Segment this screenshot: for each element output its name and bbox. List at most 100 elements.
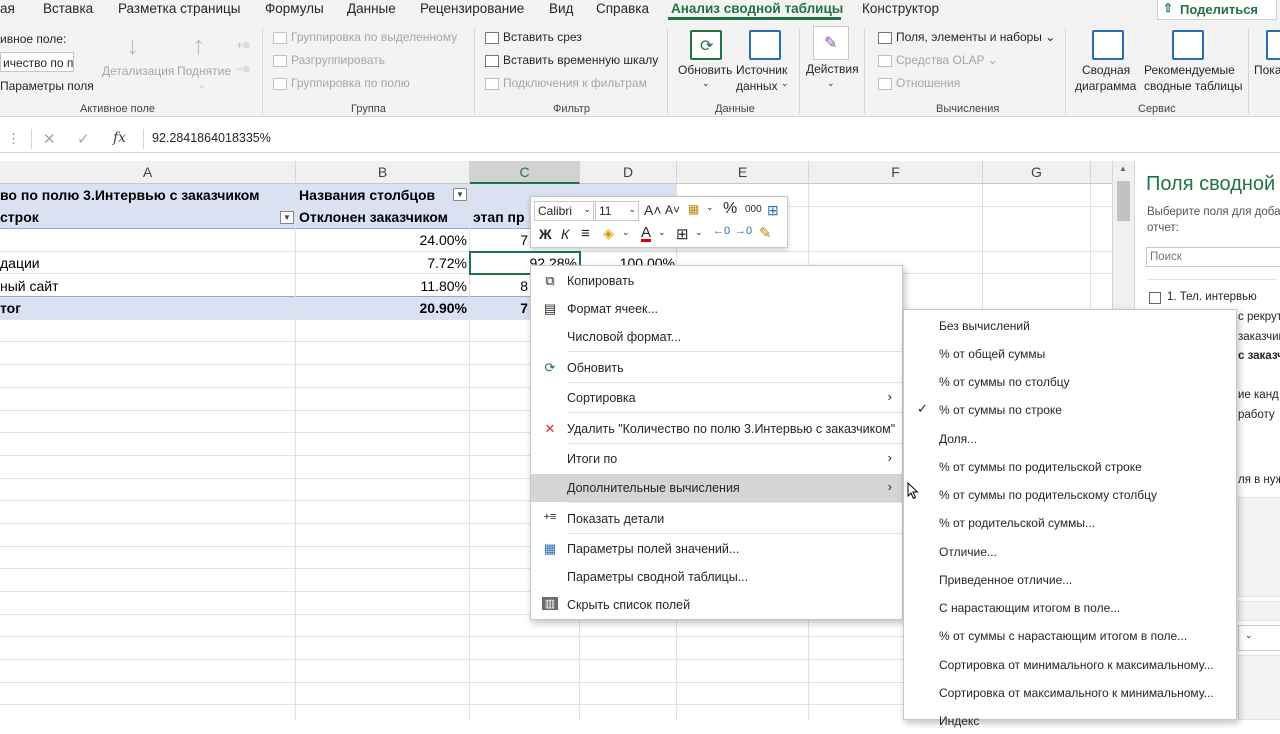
data-source-dropdown-icon[interactable]: ⌄	[781, 78, 789, 89]
menu-item-summarize-by[interactable]: Итоги по ›	[531, 445, 902, 473]
borders-icon[interactable]: ⊞	[676, 225, 689, 243]
filters-area[interactable]	[1238, 497, 1280, 597]
submenu-item-percent-difference[interactable]: Приведенное отличие...	[904, 565, 1236, 593]
values-area[interactable]	[1238, 655, 1280, 720]
submenu-item-percent-running-total[interactable]: % от суммы с нарастающим итогом в поле..…	[904, 621, 1236, 649]
column-header-next[interactable]	[1091, 161, 1112, 184]
scroll-thumb[interactable]	[1117, 181, 1130, 221]
row-label-4[interactable]: ный сайт	[0, 275, 59, 297]
row-labels-filter-icon[interactable]: ▼	[280, 211, 294, 224]
tab-page-layout[interactable]: Разметка страницы	[118, 1, 240, 16]
submenu-item-percent-of[interactable]: Доля...	[904, 424, 1236, 452]
active-field-input[interactable]: ичество по по	[0, 52, 74, 72]
submenu-item-difference[interactable]: Отличие...	[904, 537, 1236, 565]
formula-input[interactable]: 92.2841864018335%	[143, 129, 1280, 149]
decrease-decimal-icon[interactable]: ←0	[713, 225, 730, 237]
percent-style-button[interactable]: %	[723, 200, 737, 218]
change-data-source-button[interactable]: Источник	[736, 63, 787, 77]
decrease-font-icon[interactable]: A˅	[665, 203, 680, 217]
menu-item-show-values-as[interactable]: Дополнительные вычисления ›	[531, 474, 902, 502]
area-field-select[interactable]: ⌄	[1238, 625, 1280, 651]
pivot-chart-button[interactable]: Сводная	[1082, 63, 1130, 77]
chevron-down-icon[interactable]: ⌄	[658, 227, 666, 238]
tab-formulas[interactable]: Формулы	[265, 1, 324, 16]
insert-slicer-button[interactable]: Вставить срез	[485, 30, 582, 44]
refresh-dropdown-icon[interactable]: ⌄	[702, 78, 710, 89]
thousands-separator-button[interactable]: 000	[745, 204, 762, 215]
field-item-1[interactable]: 1. Тел. интервью	[1167, 291, 1257, 303]
font-color-icon[interactable]: A	[641, 224, 651, 241]
field-item-partial[interactable]: работу	[1238, 409, 1275, 421]
cell-b5[interactable]: 11.80%	[300, 275, 467, 297]
submenu-item-percent-row-total[interactable]: ✓ % от суммы по строке	[904, 395, 1236, 423]
align-center-icon[interactable]: ≡	[581, 225, 590, 242]
field-search-input[interactable]: Поиск	[1146, 247, 1280, 267]
tab-partial[interactable]: ая	[0, 1, 15, 16]
column-label-rejected[interactable]: Отклонен заказчиком	[299, 206, 448, 228]
column-header-b[interactable]: B	[296, 161, 470, 184]
cancel-icon[interactable]: ✕	[43, 130, 56, 148]
menu-item-pivot-options[interactable]: Параметры сводной таблицы...	[531, 563, 902, 591]
tab-data[interactable]: Данные	[347, 1, 396, 16]
menu-item-number-format[interactable]: Числовой формат...	[531, 323, 902, 351]
cell-c3[interactable]: 7	[474, 229, 528, 251]
chevron-down-icon[interactable]: ⌄	[706, 202, 714, 213]
font-size-select[interactable]: 11 ⌄	[595, 201, 639, 221]
tab-insert[interactable]: Вставка	[43, 1, 93, 16]
submenu-item-percent-parent-total[interactable]: % от родительской суммы...	[904, 508, 1236, 536]
fields-items-sets-button[interactable]: Поля, элементы и наборы ⌄	[878, 30, 1055, 44]
column-header-d[interactable]: D	[580, 161, 677, 184]
bold-button[interactable]: Ж	[539, 226, 552, 242]
insert-timeline-button[interactable]: Вставить временную шкалу	[485, 53, 658, 67]
field-item-partial[interactable]: с заказч	[1238, 350, 1280, 362]
refresh-button[interactable]: Обновить	[678, 63, 732, 77]
column-header-g[interactable]: G	[983, 161, 1091, 184]
italic-button[interactable]: К	[561, 226, 569, 242]
relationships-button[interactable]: Отношения	[878, 76, 960, 90]
drilldown-button[interactable]: Детализация	[102, 64, 174, 78]
font-name-select[interactable]: Calibri ⌄	[534, 201, 594, 221]
submenu-item-percent-parent-row[interactable]: % от суммы по родительской строке	[904, 452, 1236, 480]
column-header-a[interactable]: A	[0, 161, 296, 184]
cell-b4[interactable]: 7.72%	[300, 252, 467, 274]
menu-item-value-field-settings[interactable]: ▦ Параметры полей значений...	[531, 535, 902, 563]
submenu-item-percent-grand-total[interactable]: % от общей суммы	[904, 339, 1236, 367]
share-button[interactable]: ⇧ Поделиться	[1157, 0, 1277, 20]
submenu-item-no-calculation[interactable]: Без вычислений	[904, 311, 1236, 339]
submenu-item-percent-column-total[interactable]: % от суммы по столбцу	[904, 367, 1236, 395]
actions-dropdown-icon[interactable]: ⌄	[827, 78, 835, 89]
group-field-button[interactable]: Группировка по полю	[273, 76, 410, 90]
menu-item-refresh[interactable]: ⟳ Обновить	[531, 354, 902, 382]
column-header-c[interactable]: C	[470, 161, 580, 184]
cell-c5[interactable]: 8	[474, 275, 528, 297]
column-header-e[interactable]: E	[677, 161, 809, 184]
filter-connections-button[interactable]: Подключения к фильтрам	[485, 76, 647, 90]
field-item-partial[interactable]: с рекрути	[1238, 311, 1280, 323]
expand-field-icon[interactable]: +≡	[236, 38, 250, 52]
submenu-item-rank-ascending[interactable]: Сортировка от минимального к максимально…	[904, 650, 1236, 678]
menu-item-sort[interactable]: Сортировка ›	[531, 384, 902, 412]
field-item-partial[interactable]: ие канд	[1238, 389, 1279, 401]
ungroup-button[interactable]: Разгруппировать	[273, 53, 385, 67]
menu-item-hide-field-list[interactable]: ▥ Скрыть список полей	[531, 591, 902, 619]
chevron-down-icon[interactable]: ⌄	[622, 227, 630, 238]
menu-item-format-cells[interactable]: ▤ Формат ячеек...	[531, 295, 902, 323]
grand-total-label[interactable]: тог	[0, 297, 21, 319]
submenu-item-running-total[interactable]: С нарастающим итогом в поле...	[904, 593, 1236, 621]
row-label-3[interactable]: дации	[0, 252, 40, 274]
group-selection-button[interactable]: Группировка по выделенному	[273, 30, 457, 44]
field-settings-button[interactable]: Параметры поля	[0, 79, 94, 93]
column-labels-filter-icon[interactable]: ▼	[453, 188, 467, 201]
submenu-item-index[interactable]: Индекс	[904, 706, 1236, 734]
column-header-f[interactable]: F	[809, 161, 983, 184]
column-labels-header[interactable]: Названия столбцов	[299, 184, 435, 206]
collapse-field-icon[interactable]: −≡	[236, 62, 250, 76]
tab-help[interactable]: Справка	[596, 1, 649, 16]
menu-item-remove-field[interactable]: ✕ Удалить "Количество по полю 3.Интервью …	[531, 415, 902, 443]
menu-item-copy[interactable]: ⧉ Копировать	[531, 267, 902, 295]
insert-function-icon[interactable]: fx	[113, 130, 126, 146]
field-checkbox[interactable]	[1149, 292, 1161, 304]
submenu-item-rank-descending[interactable]: Сортировка от максимального к минимально…	[904, 678, 1236, 706]
chevron-down-icon[interactable]: ⌄	[695, 227, 703, 238]
menu-item-show-details[interactable]: +≡ Показать детали	[531, 505, 902, 533]
